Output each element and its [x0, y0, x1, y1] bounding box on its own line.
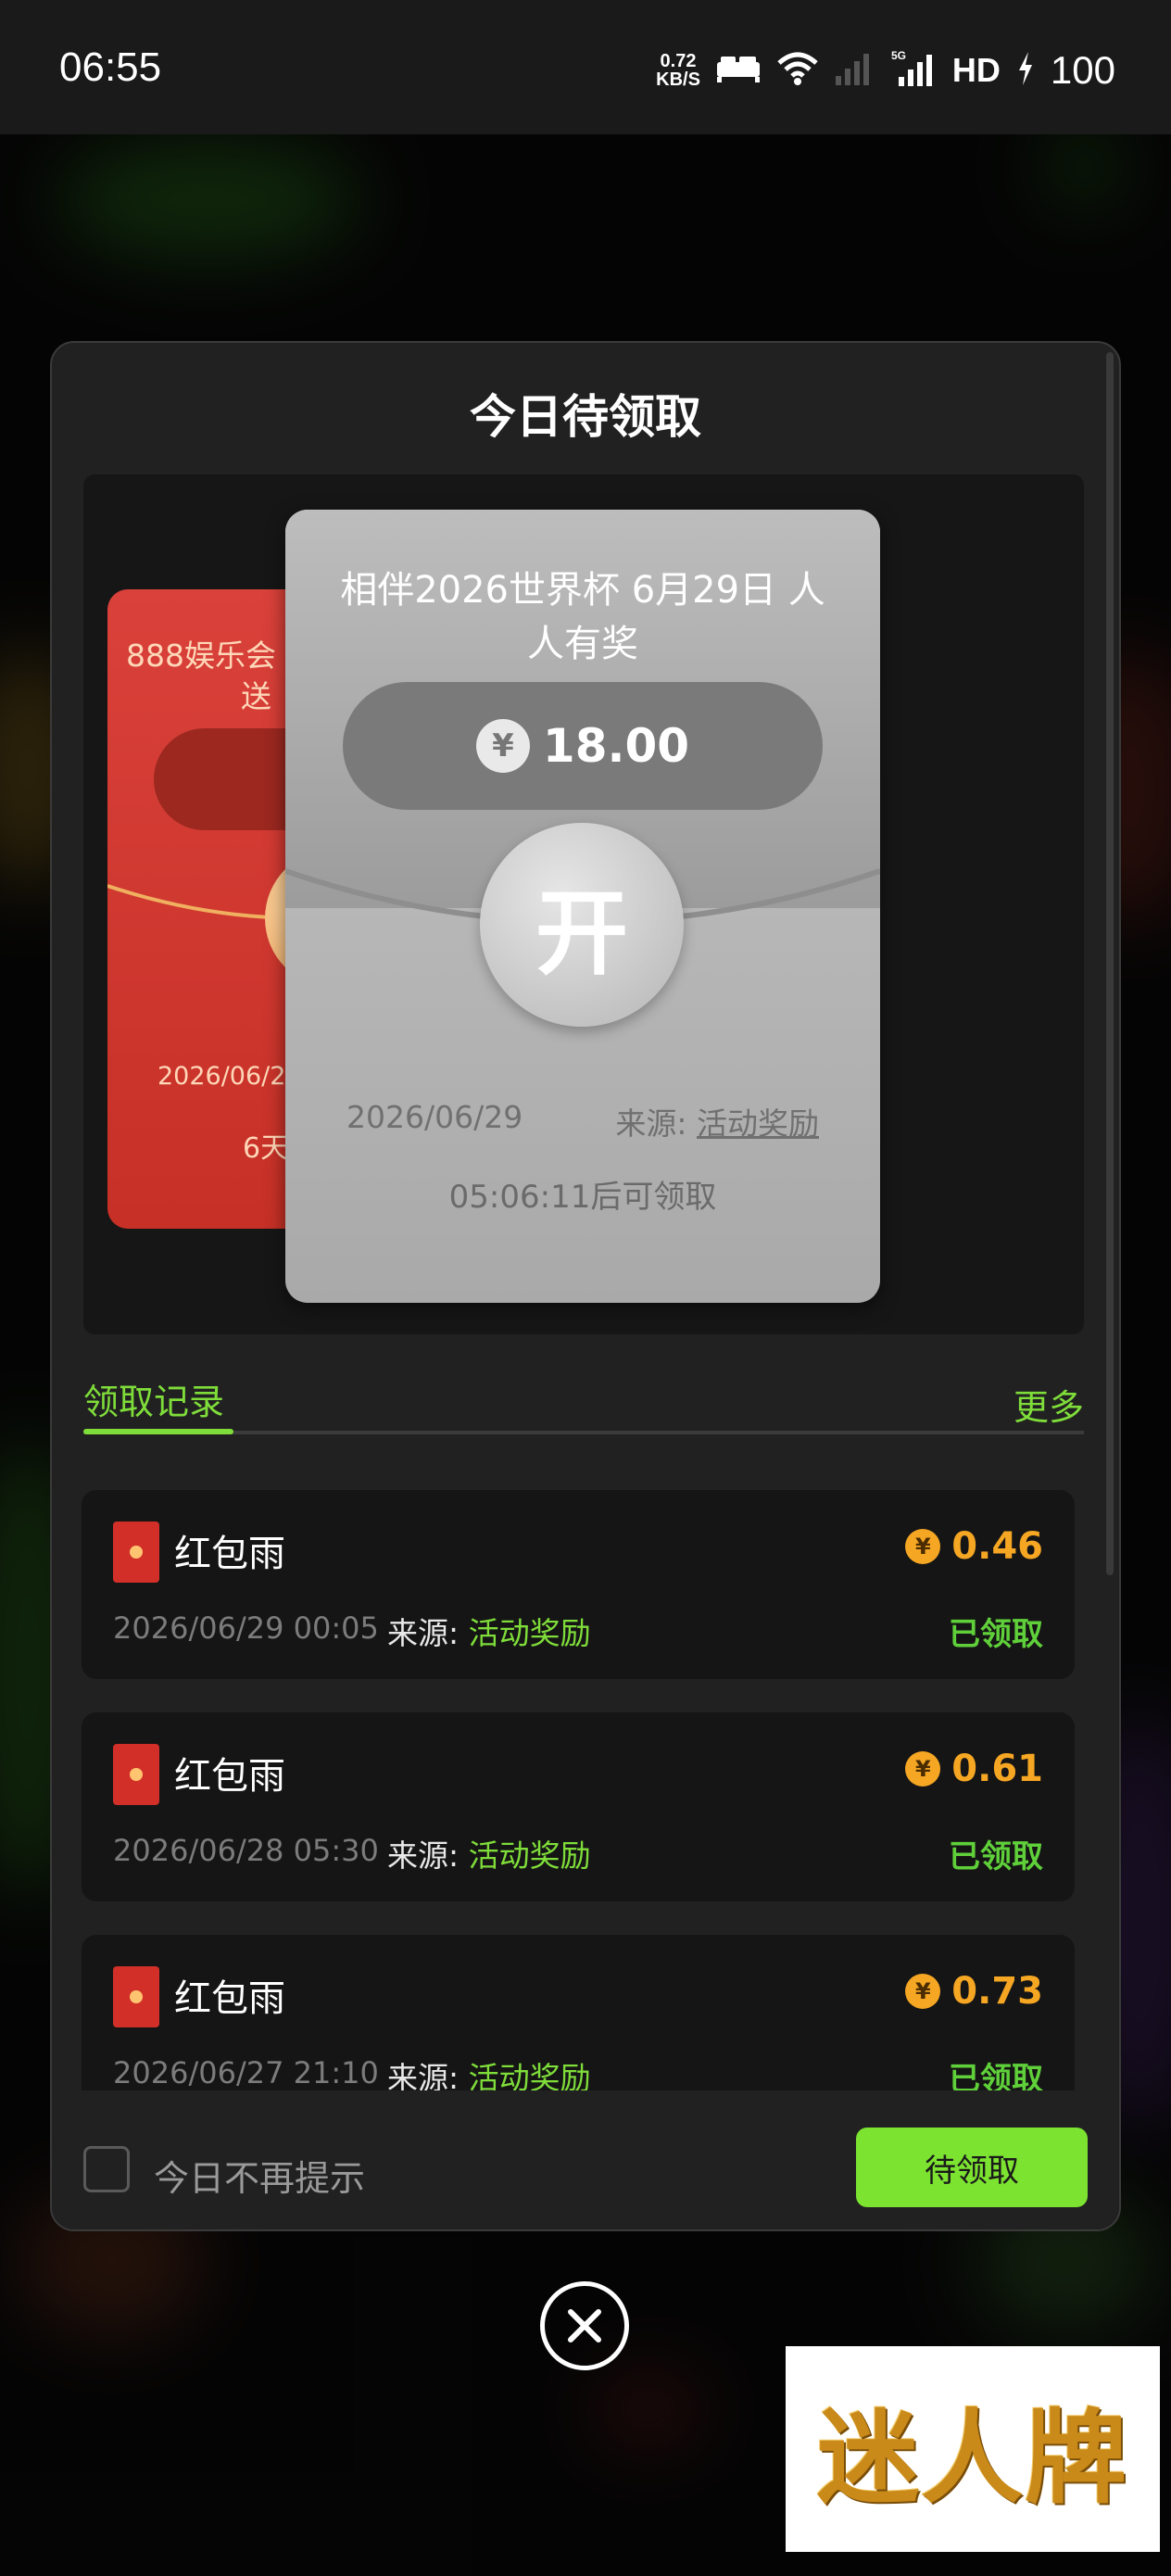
claim-records-list[interactable]: 红包雨 ¥ 0.46 2026/06/29 00:05 来源: 活动奖励 已领取…: [82, 1490, 1075, 2090]
gray-envelope-card[interactable]: 相伴2026世界杯 6月29日 人人有奖 ¥ 18.00 开 2026/06/2…: [285, 510, 880, 1303]
red-envelope-icon: [113, 1744, 159, 1805]
record-item: 红包雨 ¥ 0.46 2026/06/29 00:05 来源: 活动奖励 已领取: [82, 1490, 1075, 1679]
record-item: 红包雨 ¥ 0.73 2026/06/27 21:10 来源: 活动奖励 已领取: [82, 1935, 1075, 2090]
red-envelope-icon: [113, 1522, 159, 1583]
status-time: 06:55: [59, 44, 162, 90]
pending-claim-button[interactable]: 待领取: [856, 2128, 1088, 2207]
record-status: 已领取: [949, 2061, 1043, 2090]
record-date: 2026/06/28 05:30: [113, 1833, 379, 1868]
record-amount-value: 0.73: [951, 1970, 1043, 2013]
tab-active-indicator: [83, 1429, 233, 1434]
red-envelope-icon: [113, 1966, 159, 2027]
record-source-label: 来源:: [387, 1837, 460, 1874]
gray-card-source-link[interactable]: 活动奖励: [697, 1105, 819, 1142]
modal-title: 今日待领取: [470, 390, 701, 444]
record-item: 红包雨 ¥ 0.61 2026/06/28 05:30 来源: 活动奖励 已领取: [82, 1712, 1075, 1901]
record-source-label: 来源:: [387, 2060, 460, 2090]
record-date: 2026/06/27 21:10: [113, 2055, 379, 2090]
coin-icon: ¥: [905, 1751, 941, 1787]
record-amount: ¥ 0.61: [905, 1748, 1043, 1790]
net-speed-value: 0.72: [660, 51, 697, 71]
envelope-carousel[interactable]: 888娱乐会 送 2026/06/28 6天 相伴2026世界杯 6月29日 人…: [83, 474, 1084, 1334]
hd-label: HD: [951, 51, 1001, 89]
record-source-value: 活动奖励: [468, 2060, 591, 2090]
scrollbar[interactable]: [1106, 352, 1114, 1575]
red-card-countdown: 6天: [243, 1132, 289, 1165]
record-amount-value: 0.46: [951, 1525, 1043, 1568]
record-source: 来源: 活动奖励: [387, 2053, 591, 2090]
dont-show-label[interactable]: 今日不再提示: [154, 2150, 365, 2201]
watermark-logo: 迷人牌: [786, 2346, 1160, 2552]
records-tab-bar: 领取记录 更多: [83, 1373, 1084, 1434]
record-title: 红包雨: [174, 1533, 285, 1575]
gray-card-date: 2026/06/29: [346, 1099, 523, 1135]
record-title: 红包雨: [174, 1977, 285, 2020]
record-amount-value: 0.61: [951, 1748, 1043, 1790]
yen-icon: ¥: [475, 719, 530, 773]
open-envelope-button[interactable]: 开: [480, 823, 684, 1027]
wifi-icon: [776, 50, 819, 91]
record-status: 已领取: [949, 1838, 1043, 1875]
coin-icon: ¥: [905, 1974, 941, 2009]
close-modal-button[interactable]: [540, 2281, 629, 2370]
svg-text:5G: 5G: [891, 49, 906, 62]
status-icons: 0.72 KB/S 5G HD 100: [656, 43, 1115, 98]
net-speed: 0.72 KB/S: [656, 52, 700, 89]
net-speed-unit: KB/S: [656, 69, 700, 90]
modal-footer: 今日不再提示 待领取: [52, 2109, 1119, 2229]
gray-card-source-label: 来源:: [615, 1105, 687, 1142]
record-source: 来源: 活动奖励: [387, 1609, 591, 1653]
record-source-value: 活动奖励: [468, 1837, 591, 1874]
close-icon: [568, 2309, 601, 2342]
tab-claim-records[interactable]: 领取记录: [83, 1373, 224, 1424]
dont-show-checkbox[interactable]: [83, 2146, 130, 2192]
signal-5g-icon: 5G: [891, 49, 938, 92]
gray-card-amount-pill: ¥ 18.00: [343, 682, 823, 810]
record-amount: ¥ 0.46: [905, 1525, 1043, 1568]
gray-card-source: 来源: 活动奖励: [615, 1099, 819, 1143]
more-link[interactable]: 更多: [1014, 1379, 1084, 1430]
record-amount: ¥ 0.73: [905, 1970, 1043, 2013]
bed-icon: [715, 53, 762, 88]
battery-charging-icon: [1015, 50, 1036, 91]
red-card-date: 2026/06/28: [157, 1062, 302, 1091]
watermark-text: 迷人牌: [817, 2398, 1128, 2518]
record-status: 已领取: [949, 1616, 1043, 1653]
record-source-label: 来源:: [387, 1615, 460, 1651]
record-source: 来源: 活动奖励: [387, 1831, 591, 1875]
signal-weak-icon: [834, 50, 876, 91]
gray-card-title: 相伴2026世界杯 6月29日 人人有奖: [340, 569, 825, 665]
gray-card-amount: 18.00: [542, 719, 690, 773]
coin-icon: ¥: [905, 1529, 941, 1564]
record-source-value: 活动奖励: [468, 1615, 591, 1651]
record-title: 红包雨: [174, 1755, 285, 1798]
gray-card-countdown: 05:06:11后可领取: [448, 1179, 717, 1216]
battery-level: 100: [1050, 48, 1115, 92]
status-bar: 06:55 0.72 KB/S 5G HD 100: [0, 0, 1171, 134]
pending-rewards-modal: 今日待领取 888娱乐会 送 2026/06/28 6天 相伴2026世界杯 6…: [50, 341, 1121, 2231]
record-date: 2026/06/29 00:05: [113, 1610, 379, 1646]
